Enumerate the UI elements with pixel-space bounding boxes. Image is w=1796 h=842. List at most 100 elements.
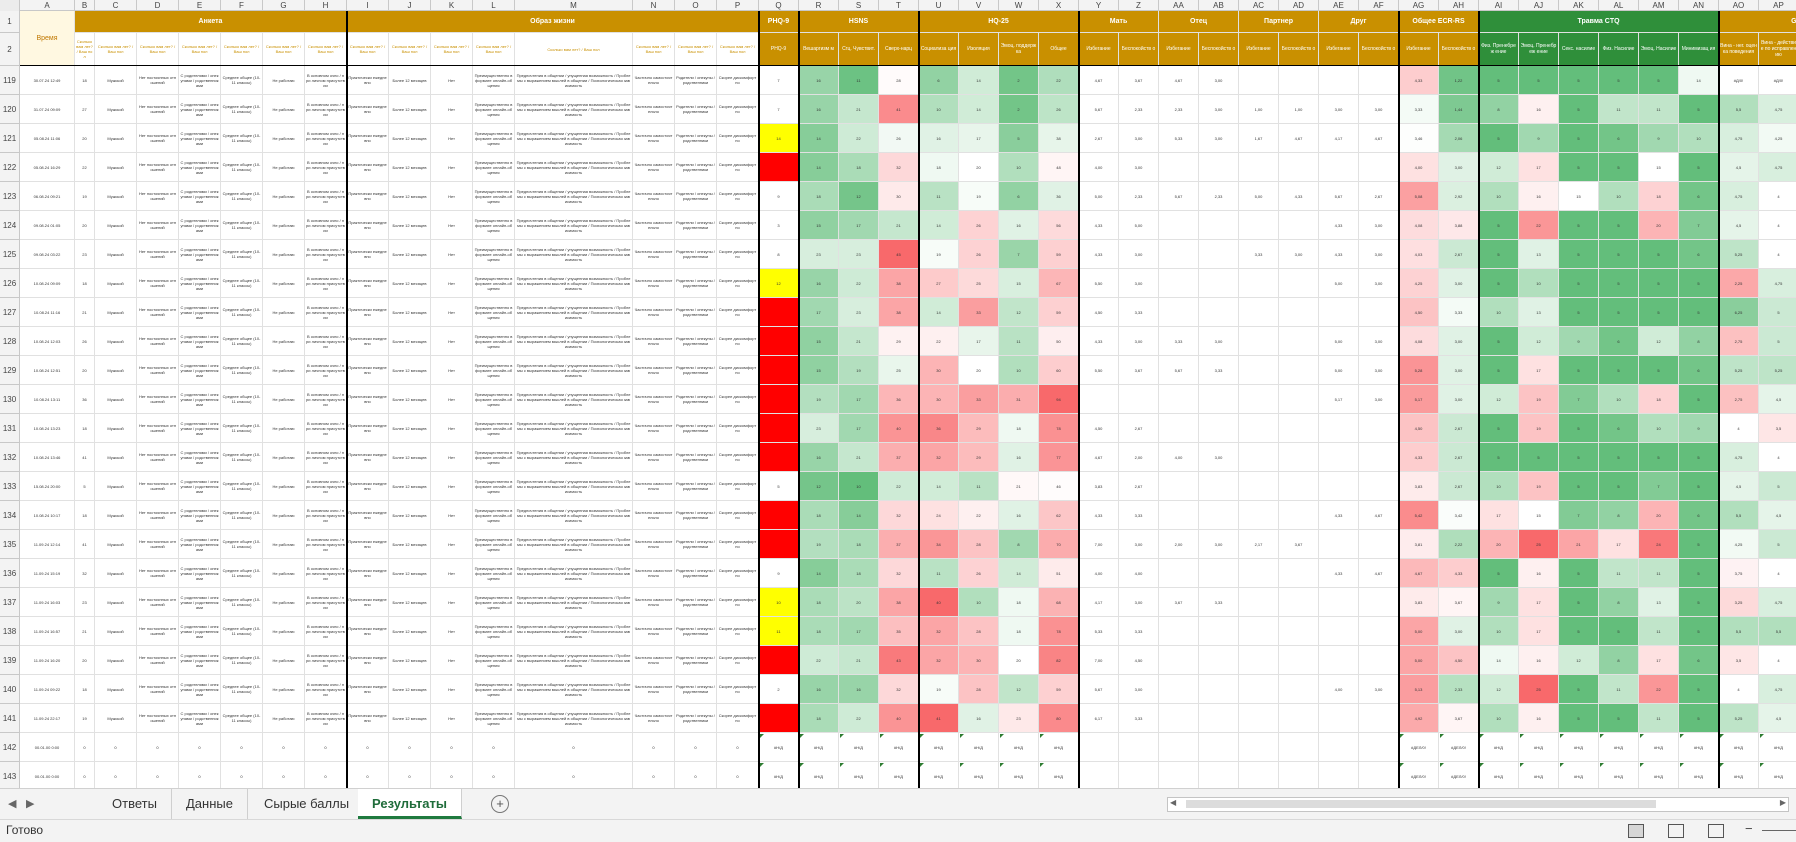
cell-age[interactable]: 5	[75, 472, 95, 501]
cell-hsns[interactable]: 18	[839, 530, 879, 559]
scroll-tabs-left-icon[interactable]: ◀	[8, 797, 16, 810]
cell-survey-edu[interactable]: Среднее общее (10-11 классы)	[221, 240, 263, 269]
cell-gasp[interactable]: 5,5	[1719, 617, 1759, 646]
cell-ecr[interactable]	[1359, 733, 1399, 762]
cell-hq25[interactable]: 10	[919, 95, 959, 124]
cell-ecr[interactable]: 3,42	[1439, 501, 1479, 530]
cell-phq9[interactable]: 7	[759, 95, 799, 124]
cell-survey-work[interactable]: В основном очно / при личном присутствии	[305, 501, 347, 530]
cell-survey-online[interactable]: Преимущественно в формате онлайн-общения	[473, 501, 515, 530]
cell-ctq[interactable]: 5	[1599, 153, 1639, 182]
cell-hsns[interactable]: 18	[799, 617, 839, 646]
cell-survey-dep[interactable]: Нет	[431, 472, 473, 501]
cell-hq25[interactable]: 68	[1039, 588, 1079, 617]
cell-ctq[interactable]: 12	[1479, 385, 1519, 414]
cell-ecr[interactable]: 3,00	[1359, 95, 1399, 124]
cell-survey-o[interactable]: 0	[675, 762, 717, 788]
cell-ctq[interactable]: 10	[1479, 472, 1519, 501]
row-header[interactable]: 141	[0, 704, 20, 733]
cell-ecr[interactable]: 6,17	[1079, 704, 1119, 733]
cell-survey-freq[interactable]: Практически ежедневно	[347, 414, 389, 443]
cell-survey-gender[interactable]: Мужской	[95, 327, 137, 356]
cell-ctq[interactable]: 9	[1559, 327, 1599, 356]
cell-ecr[interactable]: 3,83	[1399, 472, 1439, 501]
cell-survey-p[interactable]: Скорее дискомфортно	[717, 356, 759, 385]
cell-gasp[interactable]: 4,75	[1719, 182, 1759, 211]
cell-hsns[interactable]: 37	[879, 443, 919, 472]
cell-ecr[interactable]	[1159, 675, 1199, 704]
cell-ecr[interactable]: 3,88	[1439, 211, 1479, 240]
column-header[interactable]: H	[305, 0, 347, 11]
cell-survey-rel[interactable]: Нет постоянных отношений	[137, 327, 179, 356]
cell-ecr[interactable]	[1119, 385, 1159, 414]
cell-ctq[interactable]: 5	[1679, 588, 1719, 617]
cell-ecr[interactable]: 7,00	[1079, 646, 1119, 675]
cell-ecr[interactable]: 3,00	[1199, 327, 1239, 356]
cell-ecr[interactable]: 5,67	[1159, 356, 1199, 385]
cell-survey-family[interactable]: С родителями / опекунами / родственникам…	[179, 211, 221, 240]
cell-gasp[interactable]: 4	[1719, 675, 1759, 704]
cell-ecr[interactable]	[1199, 733, 1239, 762]
cell-hq25[interactable]: 29	[959, 443, 999, 472]
cell-hq25[interactable]: 22	[959, 501, 999, 530]
cell-survey-online[interactable]: Преимущественно в формате онлайн-общения	[473, 66, 515, 95]
cell-survey-work[interactable]: В основном очно / при личном присутствии	[305, 124, 347, 153]
cell-hsns[interactable]: 40	[879, 414, 919, 443]
column-header[interactable]: F	[221, 0, 263, 11]
cell-hsns[interactable]: 16	[799, 95, 839, 124]
cell-survey-edu[interactable]: Среднее общее (10-11 классы)	[221, 530, 263, 559]
cell-survey-o[interactable]: Родители / опекуны / родственники	[675, 472, 717, 501]
cell-hsns[interactable]: 14	[799, 559, 839, 588]
cell-survey-gender[interactable]: Мужской	[95, 559, 137, 588]
cell-ecr[interactable]	[1319, 530, 1359, 559]
cell-age[interactable]: 22	[75, 153, 95, 182]
column-header[interactable]: K	[431, 0, 473, 11]
cell-survey-o[interactable]: Родители / опекуны / родственники	[675, 704, 717, 733]
cell-ecr[interactable]	[1359, 646, 1399, 675]
cell-survey-dur[interactable]: Более 12 месяцев	[389, 472, 431, 501]
cell-ecr[interactable]: 3,00	[1359, 240, 1399, 269]
cell-survey-job[interactable]: Не работаю	[263, 240, 305, 269]
cell-ecr[interactable]: 3,33	[1239, 240, 1279, 269]
cell-hsns[interactable]: 26	[879, 124, 919, 153]
cell-survey-edu[interactable]: Среднее общее (10-11 классы)	[221, 646, 263, 675]
cell-ecr[interactable]: 5,00	[1319, 269, 1359, 298]
cell-survey-o[interactable]: Родители / опекуны / родственники	[675, 95, 717, 124]
cell-survey-rel[interactable]: Нет постоянных отношений	[137, 95, 179, 124]
cell-hq25[interactable]: 14	[919, 472, 959, 501]
cell-survey-o[interactable]: Родители / опекуны / родственники	[675, 530, 717, 559]
cell-gasp[interactable]: 4,75	[1719, 443, 1759, 472]
cell-ecr[interactable]: 1,00	[1279, 95, 1319, 124]
cell-ctq[interactable]: 5	[1679, 472, 1719, 501]
cell-survey-rel[interactable]: Нет постоянных отношений	[137, 472, 179, 501]
cell-survey-family[interactable]: С родителями / опекунами / родственникам…	[179, 617, 221, 646]
cell-survey-n[interactable]: Частично самостоятельно	[633, 66, 675, 95]
cell-survey-edu[interactable]: Среднее общее (10-11 классы)	[221, 617, 263, 646]
cell-ctq[interactable]: #Н/Д	[1559, 762, 1599, 788]
cell-hsns[interactable]: #Н/Д	[879, 762, 919, 788]
cell-survey-job[interactable]: Не работаю	[263, 501, 305, 530]
cell-survey-o[interactable]: Родители / опекуны / родственники	[675, 559, 717, 588]
cell-survey-gender[interactable]: Мужской	[95, 588, 137, 617]
cell-ecr[interactable]: 4,33	[1079, 240, 1119, 269]
cell-ctq[interactable]: 17	[1519, 588, 1559, 617]
cell-ctq[interactable]: 5	[1479, 414, 1519, 443]
cell-survey-rel[interactable]: Нет постоянных отношений	[137, 559, 179, 588]
cell-survey-freq[interactable]: Практически ежедневно	[347, 298, 389, 327]
cell-ecr[interactable]	[1239, 269, 1279, 298]
cell-gasp[interactable]: 4,25	[1759, 124, 1796, 153]
cell-survey-dur[interactable]: Более 12 месяцев	[389, 356, 431, 385]
cell-survey-edu[interactable]: Среднее общее (10-11 классы)	[221, 298, 263, 327]
subheader-AB[interactable]: Беспокойств о	[1199, 33, 1239, 66]
cell-survey-online[interactable]: Преимущественно в формате онлайн-общения	[473, 95, 515, 124]
horizontal-scrollbar[interactable]: ◀ ▶	[1167, 797, 1789, 812]
cell-gasp[interactable]: 4	[1759, 646, 1796, 675]
cell-gasp[interactable]: 6,25	[1719, 298, 1759, 327]
cell-ecr[interactable]: 3,00	[1199, 95, 1239, 124]
cell-ctq[interactable]: 5	[1559, 269, 1599, 298]
cell-ecr[interactable]	[1239, 559, 1279, 588]
cell-ecr[interactable]: 3,00	[1119, 124, 1159, 153]
cell-survey-edu[interactable]: Среднее общее (10-11 классы)	[221, 211, 263, 240]
page-break-view-icon[interactable]	[1708, 824, 1724, 838]
cell-ecr[interactable]	[1319, 704, 1359, 733]
